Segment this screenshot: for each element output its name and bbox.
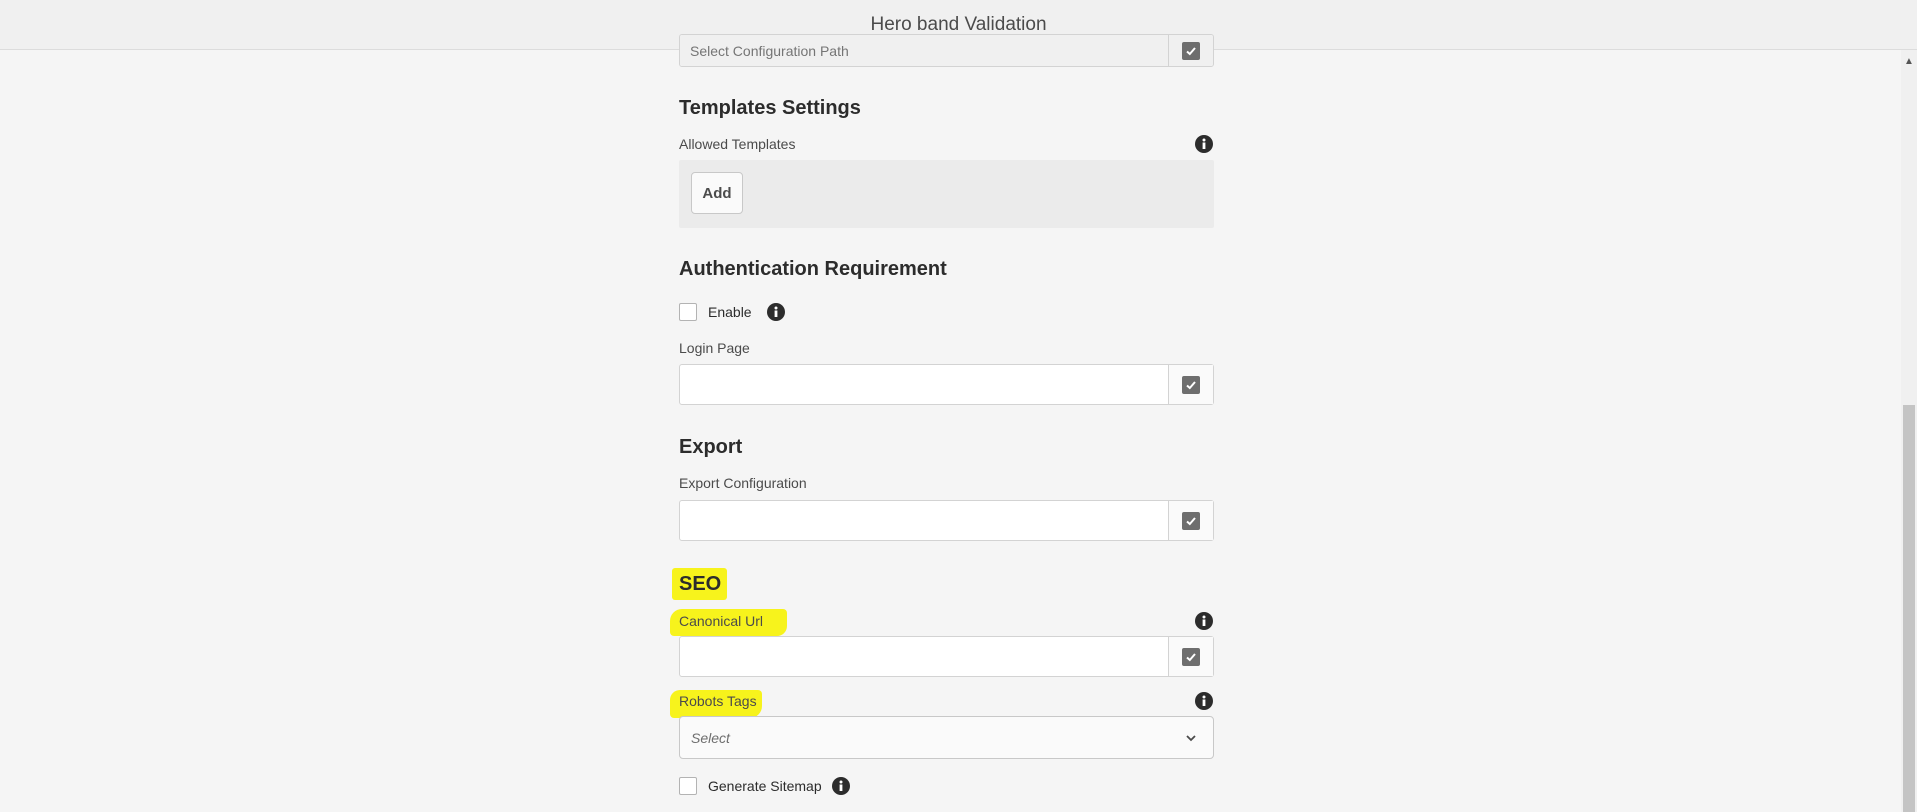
info-icon[interactable] [767, 303, 785, 321]
canonical-url-label: Canonical Url [679, 613, 764, 629]
login-page-picker-button[interactable] [1168, 365, 1213, 404]
info-icon[interactable] [1195, 692, 1213, 710]
checkmark-icon [1182, 375, 1200, 394]
login-page-input[interactable] [680, 365, 1170, 404]
scroll-up-arrow-icon[interactable]: ▲ [1903, 55, 1915, 67]
checkmark-icon [1182, 647, 1200, 666]
canonical-url-picker-button[interactable] [1168, 637, 1213, 676]
seo-heading: SEO [679, 573, 722, 595]
templates-settings-heading: Templates Settings [679, 97, 861, 119]
export-configuration-label: Export Configuration [679, 475, 807, 491]
generate-sitemap-checkbox[interactable] [679, 777, 697, 795]
robots-tags-selected-value: Select [691, 730, 730, 746]
add-template-button[interactable]: Add [691, 172, 743, 214]
info-icon[interactable] [1195, 135, 1213, 153]
configuration-path-picker-button[interactable] [1168, 35, 1213, 66]
canonical-url-input[interactable] [680, 637, 1170, 676]
enable-label: Enable [708, 304, 752, 320]
canonical-url-field [679, 636, 1214, 677]
login-page-label: Login Page [679, 340, 750, 356]
checkmark-icon [1182, 41, 1200, 60]
configuration-path-input[interactable] [680, 35, 1170, 66]
robots-tags-label: Robots Tags [679, 693, 757, 709]
authentication-heading: Authentication Requirement [679, 258, 947, 280]
enable-checkbox[interactable] [679, 303, 697, 321]
scrollbar-thumb[interactable] [1903, 405, 1915, 812]
checkmark-icon [1182, 511, 1200, 530]
login-page-field [679, 364, 1214, 405]
generate-sitemap-label: Generate Sitemap [708, 778, 822, 794]
info-icon[interactable] [1195, 612, 1213, 630]
export-heading: Export [679, 436, 743, 458]
info-icon[interactable] [832, 777, 850, 795]
robots-tags-select[interactable]: Select [679, 716, 1214, 759]
export-configuration-picker-button[interactable] [1168, 501, 1213, 540]
export-configuration-input[interactable] [680, 501, 1170, 540]
export-configuration-field [679, 500, 1214, 541]
window-title: Hero band Validation [870, 13, 1047, 35]
allowed-templates-label: Allowed Templates [679, 136, 796, 152]
allowed-templates-multifield: Add [679, 160, 1214, 228]
configuration-path-field[interactable] [679, 34, 1214, 67]
chevron-down-icon [1185, 731, 1197, 749]
